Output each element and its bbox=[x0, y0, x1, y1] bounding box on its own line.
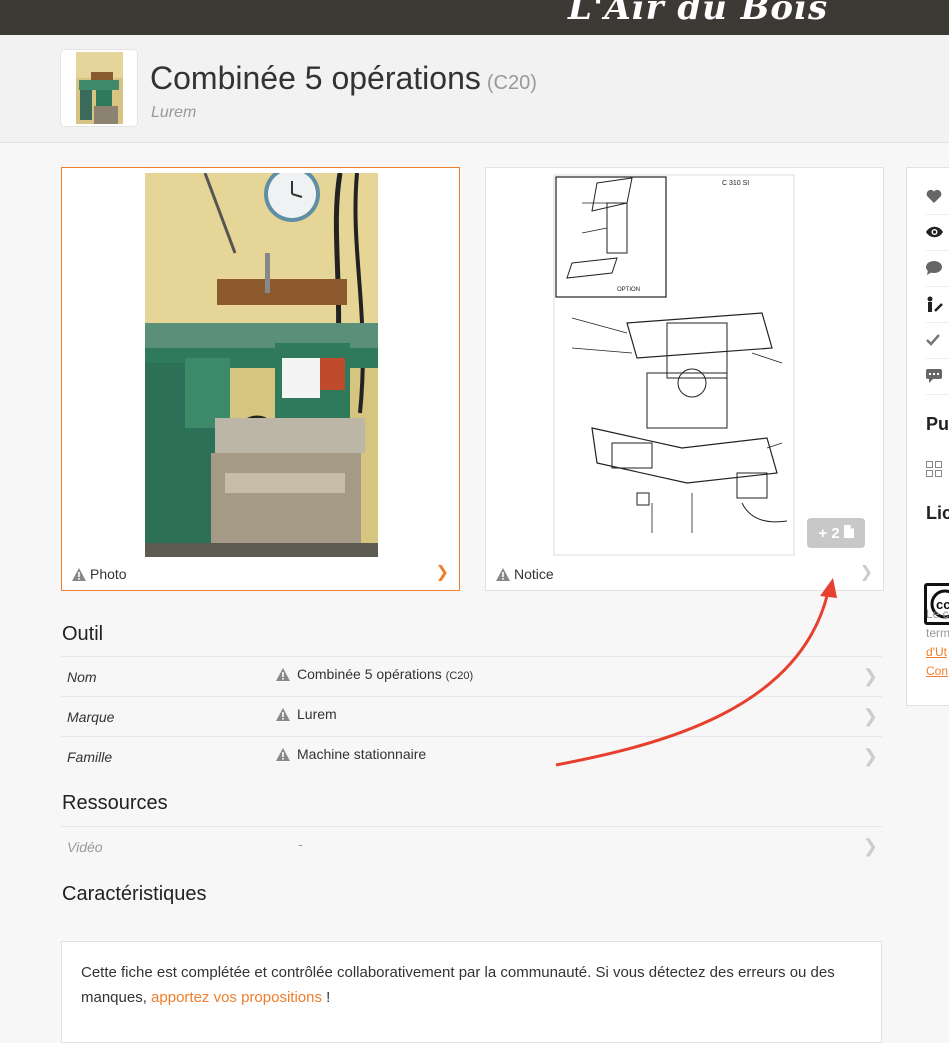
table-row[interactable]: Famille Machine stationnaire ❯ bbox=[61, 736, 882, 776]
likes-stat[interactable] bbox=[926, 178, 949, 215]
section-title-ressources: Ressources bbox=[62, 792, 168, 814]
chevron-right-icon[interactable]: ❯ bbox=[860, 562, 873, 582]
chevron-right-icon[interactable]: ❯ bbox=[863, 666, 878, 687]
notice-card-footer: Notice bbox=[496, 566, 554, 582]
publications-stat[interactable] bbox=[926, 451, 949, 487]
manual-schematic: C 310 SI OPTION bbox=[552, 173, 796, 557]
licence-line: term bbox=[926, 626, 949, 640]
contributors-stat[interactable] bbox=[926, 286, 949, 323]
row-value: Machine stationnaire bbox=[276, 746, 426, 762]
row-key: Vidéo bbox=[67, 839, 103, 855]
heart-icon bbox=[926, 189, 942, 203]
views-stat bbox=[926, 214, 949, 251]
row-key: Marque bbox=[67, 709, 115, 725]
conditions-link[interactable]: Con bbox=[926, 664, 948, 678]
tool-thumbnail-image bbox=[76, 52, 123, 124]
propositions-link[interactable]: apportez vos propositions bbox=[151, 989, 322, 1006]
note-text-end: ! bbox=[321, 989, 331, 1006]
table-row[interactable]: Marque Lurem ❯ bbox=[61, 696, 882, 736]
site-logo[interactable]: L'Air du Bois bbox=[568, 0, 828, 28]
chevron-right-icon[interactable]: ❯ bbox=[863, 746, 878, 767]
row-value-text: Machine stationnaire bbox=[297, 746, 427, 762]
outil-table: Nom Combinée 5 opérations (C20) ❯ Marque… bbox=[61, 656, 882, 776]
feedback-icon bbox=[926, 369, 942, 383]
svg-text:OPTION: OPTION bbox=[617, 287, 640, 293]
licence-text: Le c term d'Ut Con bbox=[926, 605, 949, 681]
row-value-text: Combinée 5 opérations bbox=[297, 666, 442, 682]
row-value: - bbox=[298, 836, 303, 852]
licence-line: Le c bbox=[926, 607, 949, 621]
eye-icon bbox=[926, 226, 943, 238]
ressources-table: Vidéo - ❯ bbox=[61, 826, 882, 866]
warning-icon bbox=[276, 667, 290, 681]
notice-card-label: Notice bbox=[514, 566, 554, 582]
chevron-right-icon[interactable]: ❯ bbox=[863, 836, 878, 857]
more-documents-badge[interactable]: + 2 bbox=[807, 518, 865, 548]
page-title: Combinée 5 opérations bbox=[150, 60, 481, 96]
photo-card-label: Photo bbox=[90, 566, 127, 582]
table-row[interactable]: Nom Combinée 5 opérations (C20) ❯ bbox=[61, 656, 882, 696]
contribution-note: Cette fiche est complétée et contrôlée c… bbox=[61, 941, 882, 1043]
tool-sidebar: Pu Lic cc Le c term d'Ut Con bbox=[906, 167, 949, 706]
grid-icon bbox=[926, 461, 942, 477]
warning-icon bbox=[276, 707, 290, 721]
machine-photo bbox=[145, 173, 378, 557]
row-value-text: Lurem bbox=[297, 706, 337, 722]
row-value: Combinée 5 opérations (C20) bbox=[276, 666, 473, 682]
comment-icon bbox=[926, 261, 942, 275]
row-key: Nom bbox=[67, 669, 97, 685]
photo-card-footer: Photo bbox=[72, 566, 127, 582]
check-icon bbox=[926, 334, 940, 346]
warning-icon bbox=[276, 747, 290, 761]
table-row[interactable]: Vidéo - ❯ bbox=[61, 826, 882, 866]
top-bar: L'Air du Bois bbox=[0, 0, 949, 35]
publications-heading: Pu bbox=[926, 414, 949, 434]
validations-stat bbox=[926, 322, 949, 359]
tool-brand[interactable]: Lurem bbox=[151, 104, 196, 122]
tool-thumbnail[interactable] bbox=[61, 50, 137, 126]
row-value: Lurem bbox=[276, 706, 337, 722]
warning-icon bbox=[72, 567, 86, 581]
page-header: Combinée 5 opérations (C20) Lurem bbox=[0, 35, 949, 143]
chevron-right-icon[interactable]: ❯ bbox=[436, 562, 449, 582]
tool-code: (C20) bbox=[486, 72, 537, 94]
section-title-caracteristiques: Caractéristiques bbox=[62, 883, 207, 905]
user-edit-icon bbox=[927, 296, 943, 312]
comments-stat[interactable] bbox=[926, 250, 949, 287]
licence-heading: Lic bbox=[926, 503, 949, 523]
notice-card[interactable]: C 310 SI OPTION + 2 Notice ❯ bbox=[485, 167, 884, 591]
chevron-right-icon[interactable]: ❯ bbox=[863, 706, 878, 727]
svg-text:C 310 SI: C 310 SI bbox=[722, 180, 749, 187]
section-title-outil: Outil bbox=[62, 623, 104, 645]
warning-icon bbox=[496, 567, 510, 581]
photo-card[interactable]: Photo ❯ bbox=[61, 167, 460, 591]
row-key: Famille bbox=[67, 749, 113, 765]
terms-link[interactable]: d'Ut bbox=[926, 645, 947, 659]
row-value-code: (C20) bbox=[445, 670, 474, 682]
feedback-stat[interactable] bbox=[926, 358, 949, 395]
document-icon bbox=[843, 524, 854, 542]
more-documents-count: + 2 bbox=[818, 524, 840, 542]
